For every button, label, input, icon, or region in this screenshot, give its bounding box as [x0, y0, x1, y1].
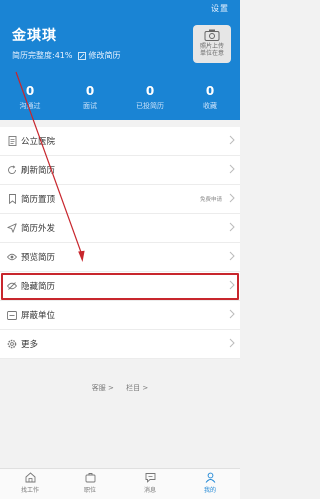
menu-item-label: 更多	[21, 340, 39, 350]
stat-value: 0	[205, 84, 215, 98]
footer-links: 客服 > 栏目 >	[0, 383, 240, 393]
menu-list: 公立医院 刷新简历 简历置顶 免费申请 简历外发 预览简历 隐藏简历 屏蔽单位 …	[0, 127, 240, 359]
chevron-right-icon	[229, 222, 235, 232]
tab-label: 我的	[203, 487, 216, 494]
column-link[interactable]: 栏目 >	[126, 384, 148, 392]
gear-icon	[7, 339, 17, 349]
menu-item-label: 隐藏简历	[21, 282, 56, 292]
document-icon	[7, 136, 17, 146]
briefcase-icon	[85, 473, 95, 483]
edit-resume-button[interactable]: 修改简历	[78, 50, 120, 61]
stat-label: 沟通过	[19, 102, 41, 110]
bottom-tab-bar: 找工作 职位 消息 我的	[0, 468, 240, 499]
camera-icon	[204, 29, 220, 41]
resume-meta: 简历完整度:41% 修改简历	[12, 50, 120, 61]
photo-upload-text-1: 照片上传	[199, 43, 224, 50]
edit-icon	[78, 51, 87, 60]
stat-value: 0	[145, 84, 155, 98]
tab-label: 消息	[143, 487, 156, 494]
tab-label: 职位	[83, 487, 96, 494]
eye-icon	[7, 252, 17, 262]
stat-favorites[interactable]: 0 收藏	[180, 84, 240, 111]
edit-resume-label: 修改简历	[88, 51, 121, 60]
stat-label: 收藏	[203, 102, 217, 110]
chevron-right-icon	[229, 135, 235, 145]
stat-value: 0	[25, 84, 35, 98]
free-apply-tag: 免费申请	[199, 197, 222, 203]
resume-completeness: 简历完整度:41%	[12, 51, 73, 60]
menu-item-label: 屏蔽单位	[21, 311, 56, 321]
menu-item-hide-resume[interactable]: 隐藏简历	[0, 272, 240, 301]
stat-label: 面试	[83, 102, 97, 110]
menu-item-block-company[interactable]: 屏蔽单位	[0, 301, 240, 330]
menu-item-label: 简历置顶	[21, 195, 56, 205]
chevron-right-icon	[229, 251, 235, 261]
stat-value: 0	[85, 84, 95, 98]
photo-upload-button[interactable]: 照片上传 单位在意	[193, 25, 231, 63]
stats-row: 0 沟通过 0 面试 0 已投简历 0 收藏	[0, 84, 240, 111]
chevron-right-icon	[229, 280, 235, 290]
menu-item-label: 刷新简历	[21, 166, 56, 176]
menu-item-label: 预览简历	[21, 253, 56, 263]
menu-item-pin-resume[interactable]: 简历置顶 免费申请	[0, 185, 240, 214]
stat-interview[interactable]: 0 面试	[60, 84, 120, 111]
stat-applied[interactable]: 0 已投简历	[120, 84, 180, 111]
menu-item-preview-resume[interactable]: 预览简历	[0, 243, 240, 272]
send-icon	[7, 223, 17, 233]
menu-item-public-hospital[interactable]: 公立医院	[0, 127, 240, 156]
settings-link[interactable]: 设置	[211, 3, 229, 14]
chevron-right-icon	[229, 338, 235, 348]
menu-item-label: 简历外发	[21, 224, 56, 234]
block-icon	[7, 310, 17, 320]
chevron-right-icon	[229, 309, 235, 319]
tab-messages[interactable]: 消息	[120, 469, 180, 499]
menu-item-refresh-resume[interactable]: 刷新简历	[0, 156, 240, 185]
tab-find-job[interactable]: 找工作	[0, 469, 60, 499]
user-icon	[205, 472, 215, 483]
tab-mine[interactable]: 我的	[180, 469, 240, 499]
menu-item-send-resume[interactable]: 简历外发	[0, 214, 240, 243]
menu-item-more[interactable]: 更多	[0, 330, 240, 359]
stat-contacted[interactable]: 0 沟通过	[0, 84, 60, 111]
customer-service-link[interactable]: 客服 >	[92, 384, 114, 392]
menu-item-label: 公立医院	[21, 137, 56, 147]
profile-header: 设置 金琪琪 简历完整度:41% 修改简历 照片上传 单位在意 0 沟通过 0 …	[0, 0, 240, 120]
photo-upload-text-2: 单位在意	[199, 50, 224, 57]
bookmark-icon	[7, 194, 17, 204]
chevron-right-icon	[229, 164, 235, 174]
chevron-right-icon	[229, 193, 235, 203]
stat-label: 已投简历	[136, 102, 164, 110]
refresh-icon	[7, 165, 17, 175]
user-name: 金琪琪	[12, 28, 57, 44]
message-icon	[145, 473, 155, 483]
eye-off-icon	[7, 281, 17, 291]
home-icon	[25, 472, 35, 483]
tab-positions[interactable]: 职位	[60, 469, 120, 499]
tab-label: 找工作	[20, 487, 39, 494]
